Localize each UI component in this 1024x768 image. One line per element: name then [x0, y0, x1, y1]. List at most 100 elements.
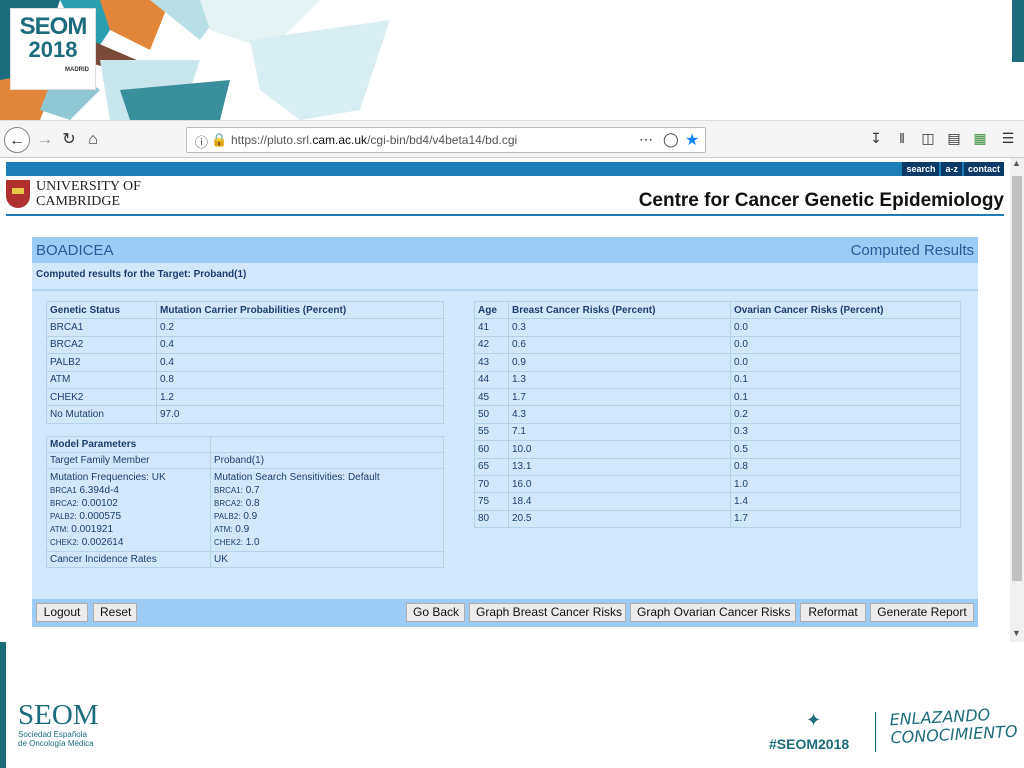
scroll-up-icon[interactable]: ▲: [1012, 158, 1021, 168]
gene-label: ATM:: [50, 525, 69, 534]
ovarian-risk-cell: 0.1: [730, 387, 961, 407]
pocket-icon[interactable]: ◯: [663, 131, 679, 148]
menu-icon[interactable]: ☰: [998, 130, 1018, 147]
gene-label: CHEK2:: [214, 538, 243, 547]
breast-risk-cell: 20.5: [508, 509, 731, 529]
model-parameters-table: Model Parameters Target Family Member Pr…: [46, 436, 444, 568]
divider: [875, 712, 876, 752]
button-bar: Logout Reset Go Back Graph Breast Cancer…: [32, 599, 978, 627]
probability-cell: 0.4: [156, 335, 444, 355]
table-row: 43 0.9 0.0: [474, 353, 961, 372]
table-row: 45 1.7 0.1: [474, 387, 961, 407]
table-row: 44 1.3 0.1: [474, 370, 961, 389]
graph-breast-cancer-risks-button[interactable]: Graph Breast Cancer Risks: [469, 603, 626, 622]
gene-value: 1.0: [245, 537, 260, 548]
lock-icon: 🔒: [211, 132, 228, 147]
gene-value: 6.394d-4: [79, 485, 119, 496]
generate-report-button[interactable]: Generate Report: [870, 603, 974, 622]
twitter-icon: ✦: [806, 710, 822, 730]
table-row: 55 7.1 0.3: [474, 422, 961, 442]
sens-line: BRCA2: 0.8: [214, 497, 440, 510]
freq-line: CHEK2: 0.002614: [50, 536, 207, 549]
gene-label: PALB2:: [214, 512, 241, 521]
reformat-button[interactable]: Reformat: [800, 603, 866, 622]
ovarian-risk-cell: 0.0: [730, 335, 961, 355]
freq-line: ATM: 0.001921: [50, 523, 207, 536]
column-header: Breast Cancer Risks (Percent): [508, 300, 731, 320]
gene-value: 0.7: [245, 485, 260, 496]
reset-button[interactable]: Reset: [93, 603, 137, 622]
breast-risk-cell: 1.3: [508, 370, 731, 389]
gene-value: 0.001921: [71, 524, 114, 535]
sens-line: CHEK2: 1.0: [214, 536, 440, 549]
library-icon[interactable]: ‖: [892, 130, 912, 146]
results-panel: BOADICEA Computed Results Computed resul…: [32, 237, 978, 627]
sidebar-icon[interactable]: ◫: [918, 130, 938, 147]
forward-arrow-icon[interactable]: →: [32, 127, 58, 153]
reader-icon[interactable]: ▤: [944, 130, 964, 147]
scroll-down-icon[interactable]: ▼: [1012, 628, 1021, 638]
probability-cell: 97.0: [156, 405, 444, 424]
breast-risk-cell: 0.6: [508, 335, 731, 355]
reload-icon[interactable]: ↻: [56, 127, 82, 153]
gene-value: 0.9: [235, 524, 250, 535]
vertical-scrollbar[interactable]: ▲ ▼: [1010, 158, 1024, 642]
nav-a-z[interactable]: a-z: [941, 162, 962, 176]
home-icon[interactable]: ⌂: [80, 127, 106, 153]
column-header: Mutation Carrier Probabilities (Percent): [156, 300, 444, 320]
nav-search[interactable]: search: [902, 162, 940, 176]
breast-risk-cell: 4.3: [508, 405, 731, 424]
url-bar[interactable]: ⓘ 🔒 https://pluto.srl.cam.ac.uk/cgi-bin/…: [186, 127, 706, 153]
info-icon[interactable]: ⓘ: [195, 132, 208, 151]
sens-line: BRCA1: 0.7: [214, 484, 440, 497]
panel-title: BOADICEA: [36, 242, 114, 259]
table-row: BRCA2 0.4: [46, 335, 444, 355]
gene-value: 0.002614: [81, 537, 124, 548]
seom-2018-logo: SEOM 2018 MADRID: [10, 8, 96, 90]
gene-label: BRCA1:: [214, 486, 243, 495]
cancer-risks-table: Age Breast Cancer Risks (Percent) Ovaria…: [474, 300, 961, 529]
logout-button[interactable]: Logout: [36, 603, 88, 622]
go-back-button[interactable]: Go Back: [406, 603, 465, 622]
page-actions-icon[interactable]: ⋯: [639, 131, 653, 148]
gene-value: 0.9: [243, 511, 258, 522]
breast-risk-cell: 16.0: [508, 474, 731, 494]
gene-label: BRCA2:: [50, 499, 79, 508]
table-row: No Mutation 97.0: [46, 405, 444, 424]
extension-icon[interactable]: ▦: [970, 130, 990, 147]
page-viewport: search a-z contact UNIVERSITY OF CAMBRID…: [0, 158, 1010, 642]
results-subtitle: Computed results for the Target: Proband…: [36, 269, 247, 280]
scroll-thumb[interactable]: [1012, 176, 1022, 581]
logo-city: MADRID: [65, 67, 89, 73]
table-row: 42 0.6 0.0: [474, 335, 961, 355]
column-header: Ovarian Cancer Risks (Percent): [730, 300, 961, 320]
table-header-row: Age Breast Cancer Risks (Percent) Ovaria…: [474, 300, 961, 320]
breast-risk-cell: 0.9: [508, 353, 731, 372]
url-text[interactable]: https://pluto.srl.cam.ac.uk/cgi-bin/bd4/…: [231, 133, 517, 147]
edge-bar: [1012, 0, 1024, 62]
back-arrow-icon[interactable]: ←: [4, 127, 30, 153]
model-parameters-header: Model Parameters: [47, 437, 211, 452]
download-icon[interactable]: ↧: [866, 130, 886, 147]
freq-line: BRCA1 6.394d-4: [50, 484, 207, 497]
seom-footer-logo: SEOM Sociedad Española de Oncología Médi…: [18, 700, 99, 748]
table-row: 75 18.4 1.4: [474, 492, 961, 511]
panel-title-right: Computed Results: [850, 242, 974, 259]
age-cell: 80: [474, 509, 509, 529]
table-row: Target Family Member Proband(1): [47, 453, 443, 469]
site-title: Centre for Cancer Genetic Epidemiology: [638, 190, 1004, 211]
graph-ovarian-cancer-risks-button[interactable]: Graph Ovarian Cancer Risks: [630, 603, 796, 622]
breast-risk-cell: 7.1: [508, 422, 731, 442]
site-top-band: search a-z contact: [6, 162, 1004, 176]
star-icon[interactable]: ★: [685, 130, 699, 150]
ovarian-risk-cell: 0.1: [730, 370, 961, 389]
age-cell: 55: [474, 422, 509, 442]
ovarian-risk-cell: 0.3: [730, 422, 961, 442]
age-cell: 75: [474, 492, 509, 511]
breast-risk-cell: 10.0: [508, 440, 731, 459]
nav-contact[interactable]: contact: [963, 162, 1004, 176]
genetic-status-cell: No Mutation: [46, 405, 157, 424]
age-cell: 43: [474, 353, 509, 372]
target-value: Proband(1): [214, 455, 265, 466]
shield-icon: [6, 180, 30, 208]
